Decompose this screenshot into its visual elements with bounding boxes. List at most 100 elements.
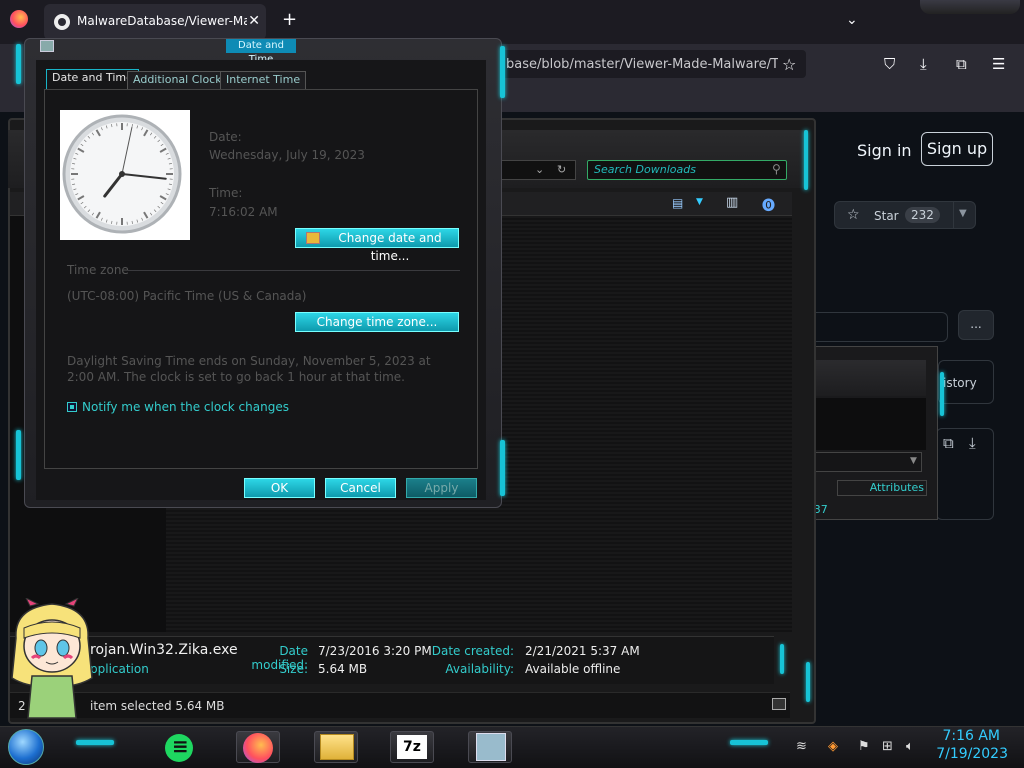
extensions-icon[interactable]: ⧉ [956, 55, 967, 73]
download-icon[interactable]: ⤓ [920, 55, 927, 73]
taskbar-date[interactable]: 7/19/2023 [934, 746, 1008, 762]
shield-icon [306, 232, 320, 244]
notify-checkbox[interactable] [67, 402, 77, 412]
file-search-input[interactable] [808, 312, 948, 342]
new-tab-button[interactable]: + [282, 9, 297, 30]
folder-icon[interactable] [320, 734, 354, 760]
view-icon[interactable]: ▤ [672, 196, 683, 210]
change-timezone-button[interactable]: Change time zone... [295, 312, 459, 332]
search-placeholder: Search Downloads [594, 163, 696, 176]
timezone-value: (UTC-08:00) Pacific Time (US & Canada) [67, 289, 307, 303]
chevron-down-icon[interactable]: ▼ [959, 208, 967, 219]
pocket-icon[interactable]: ⛉ [884, 55, 895, 73]
divider [128, 270, 460, 271]
secondary-window-content [808, 398, 926, 450]
tab-internet-time[interactable]: Internet Time [220, 71, 307, 89]
change-date-time-button[interactable]: Change date and time... [295, 228, 459, 263]
frame-glow [16, 430, 21, 480]
github-icon [54, 14, 70, 30]
date-created-value: 2/21/2021 5:37 AM [525, 644, 640, 658]
address-bar-controls[interactable]: ⌄ ↻ [500, 160, 576, 180]
taskbar [0, 726, 1024, 768]
frame-glow [16, 44, 21, 84]
refresh-icon[interactable]: ↻ [557, 163, 566, 176]
frame-glow [940, 372, 944, 416]
analog-clock [60, 110, 190, 240]
tab-title: MalwareDatabase/Viewer-Made [77, 14, 247, 28]
chevron-down-icon[interactable]: ▼ [696, 197, 703, 207]
help-icon[interactable]: ⓿ [762, 195, 775, 214]
date-value: Wednesday, July 19, 2023 [209, 148, 365, 162]
size-label: Size: [279, 662, 308, 676]
taskbar-time[interactable]: 7:16 AM [940, 728, 1000, 744]
frame-glow [500, 440, 505, 496]
desktop: MalwareDatabase/Viewer-Made ✕ + ⌄ base/b… [0, 0, 1024, 768]
flag-icon[interactable]: ⚑ [858, 739, 870, 754]
secondary-window-dropdown[interactable] [808, 452, 922, 472]
file-actions: ⧉ ⤓ [936, 428, 994, 520]
ok-button[interactable]: OK [244, 478, 315, 498]
firefox-icon[interactable] [243, 733, 273, 763]
download-icon[interactable]: ⤓ [969, 434, 976, 452]
taskbar-glow [76, 740, 114, 745]
star-label: Star [874, 209, 899, 223]
date-modified-value: 7/23/2016 3:20 PM [318, 644, 432, 658]
app-tray-icon[interactable]: ◈ [828, 739, 838, 754]
divider [953, 202, 954, 228]
chevron-down-icon[interactable]: ⌄ [846, 12, 858, 28]
attributes-column-header[interactable]: Attributes [837, 480, 927, 496]
browser-tab[interactable]: MalwareDatabase/Viewer-Made ✕ [44, 4, 266, 40]
tab-additional-clocks[interactable]: Additional Clocks [127, 71, 234, 89]
star-count: 232 [905, 207, 940, 223]
menu-icon[interactable]: ☰ [992, 55, 1005, 73]
taskbar-glow [730, 740, 768, 745]
star-button[interactable]: ☆ Star 232 ▼ [834, 201, 976, 229]
file-name: rojan.Win32.Zika.exe [90, 642, 238, 658]
show-hidden-icons-icon[interactable]: ≋ [796, 739, 807, 754]
file-type: pplication [90, 662, 149, 676]
dialog-title: Date and Time [226, 39, 296, 65]
dst-note: Daylight Saving Time ends on Sunday, Nov… [67, 354, 431, 384]
bookmark-star-icon[interactable]: ☆ [782, 55, 796, 74]
seven-zip-icon[interactable]: 7z [397, 735, 427, 759]
network-icon[interactable]: ⊞ [882, 739, 893, 754]
frame-glow [804, 130, 808, 190]
firefox-icon[interactable] [10, 10, 28, 28]
chevron-down-icon[interactable]: ⌄ [535, 163, 544, 176]
frame-glow [780, 644, 784, 674]
sign-up-button[interactable]: Sign up [921, 132, 993, 166]
search-icon[interactable]: ⚲ [772, 162, 781, 176]
star-icon: ☆ [847, 207, 860, 223]
change-date-time-label: Change date and time... [338, 231, 442, 263]
time-value: 7:16:02 AM [209, 205, 278, 219]
date-label: Date: [209, 130, 242, 144]
secondary-window-toolbar [808, 360, 926, 396]
clock-window-icon [40, 40, 54, 52]
mascot-image [11, 598, 93, 719]
date-created-label: Date created: [431, 644, 514, 658]
close-tab-icon[interactable]: ✕ [248, 13, 260, 29]
url-text[interactable]: base/blob/master/Viewer-Made-Malware/Tr [506, 57, 778, 72]
size-value: 5.64 MB [318, 662, 368, 676]
more-options-button[interactable]: ... [958, 310, 994, 340]
calendar-clock-icon[interactable] [476, 733, 506, 761]
history-button[interactable]: istory [938, 360, 994, 404]
cancel-button[interactable]: Cancel [325, 478, 396, 498]
time-label: Time: [209, 186, 243, 200]
status-selected: item selected 5.64 MB [90, 699, 225, 713]
availability-label: Availability: [445, 662, 514, 676]
apply-button[interactable]: Apply [406, 478, 477, 498]
start-button[interactable] [8, 729, 44, 765]
tab-date-and-time[interactable]: Date and Time [46, 69, 139, 90]
timezone-heading: Time zone [67, 263, 129, 277]
frame-glow [500, 46, 505, 98]
copy-icon[interactable]: ⧉ [943, 434, 954, 452]
notify-label[interactable]: Notify me when the clock changes [82, 400, 289, 414]
volume-icon[interactable]: 🔈︎ [906, 739, 914, 754]
details-view-icon[interactable] [772, 698, 786, 710]
preview-pane-icon[interactable]: ▥ [726, 195, 738, 210]
sign-in-link[interactable]: Sign in [857, 141, 912, 160]
window-decoration [920, 0, 1020, 14]
spotify-icon[interactable] [165, 734, 193, 762]
chevron-down-icon[interactable]: ▼ [910, 456, 917, 466]
